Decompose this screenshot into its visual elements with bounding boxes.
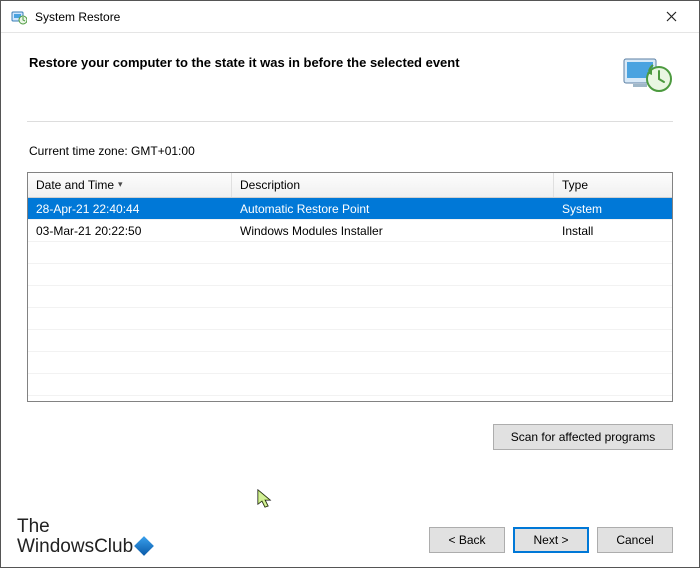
table-row: [28, 264, 672, 286]
column-header-type[interactable]: Type: [554, 173, 672, 197]
back-button[interactable]: < Back: [429, 527, 505, 553]
window-title: System Restore: [35, 10, 120, 24]
sort-desc-icon: ▾: [118, 179, 123, 190]
header: Restore your computer to the state it wa…: [1, 33, 699, 105]
table-row[interactable]: 03-Mar-21 20:22:50Windows Modules Instal…: [28, 220, 672, 242]
watermark-line1: The: [17, 516, 50, 537]
content-panel: Current time zone: GMT+01:00 Date and Ti…: [27, 121, 673, 402]
table-row: [28, 286, 672, 308]
page-heading: Restore your computer to the state it wa…: [29, 51, 597, 70]
table-row[interactable]: 28-Apr-21 22:40:44Automatic Restore Poin…: [28, 198, 672, 220]
table-row: [28, 352, 672, 374]
table-row: [28, 308, 672, 330]
timezone-label: Current time zone: GMT+01:00: [29, 144, 673, 158]
table-cell: 03-Mar-21 20:22:50: [28, 224, 232, 238]
titlebar: System Restore: [1, 1, 699, 33]
table-row: [28, 330, 672, 352]
scan-affected-button[interactable]: Scan for affected programs: [493, 424, 673, 450]
table-header: Date and Time ▾ Description Type: [28, 173, 672, 198]
wizard-footer: < Back Next > Cancel: [429, 527, 673, 553]
column-header-label: Date and Time: [36, 178, 114, 192]
watermark-logo-icon: [134, 536, 154, 556]
table-body: 28-Apr-21 22:40:44Automatic Restore Poin…: [28, 198, 672, 396]
restore-points-table: Date and Time ▾ Description Type 28-Apr-…: [27, 172, 673, 402]
restore-hero-icon: [621, 51, 673, 95]
table-cell: System: [554, 202, 672, 216]
cancel-button[interactable]: Cancel: [597, 527, 673, 553]
column-header-label: Type: [562, 178, 588, 192]
table-cell: Automatic Restore Point: [232, 202, 554, 216]
column-header-description[interactable]: Description: [232, 173, 554, 197]
close-button[interactable]: [649, 3, 693, 31]
column-header-label: Description: [240, 178, 300, 192]
table-row: [28, 242, 672, 264]
cursor-icon: [257, 489, 273, 514]
table-cell: Windows Modules Installer: [232, 224, 554, 238]
table-cell: Install: [554, 224, 672, 238]
system-restore-icon: [11, 9, 27, 25]
next-button[interactable]: Next >: [513, 527, 589, 553]
table-cell: 28-Apr-21 22:40:44: [28, 202, 232, 216]
watermark-line2: WindowsClub: [17, 536, 133, 557]
table-row: [28, 374, 672, 396]
column-header-datetime[interactable]: Date and Time ▾: [28, 173, 232, 197]
watermark: The WindowsClub: [17, 517, 155, 557]
